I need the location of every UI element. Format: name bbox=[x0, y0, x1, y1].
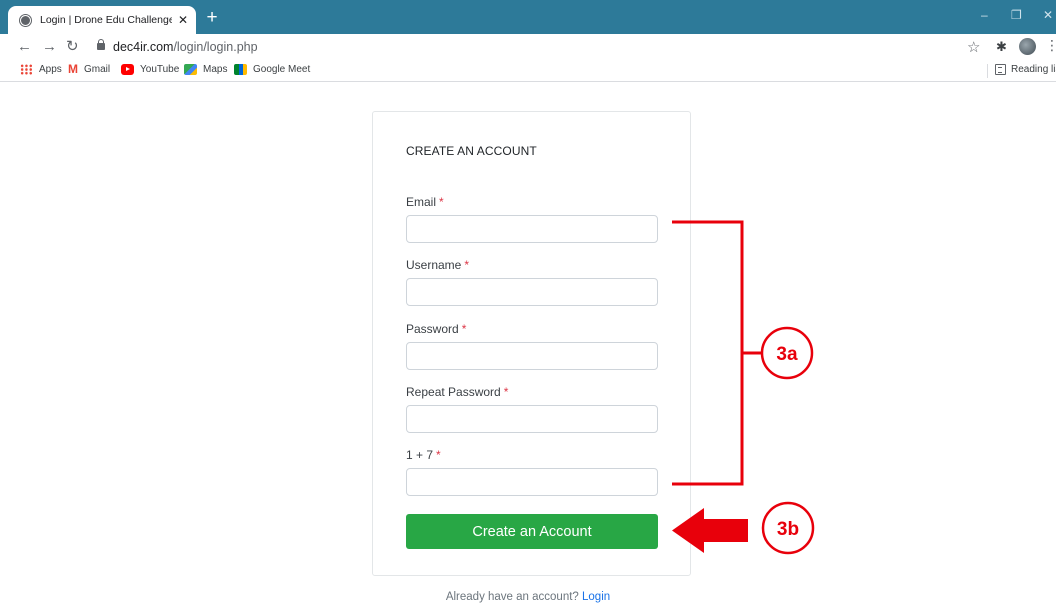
bracket-3a bbox=[672, 220, 744, 486]
arrow-shaft-3b bbox=[702, 519, 748, 542]
badge-3b-label: 3b bbox=[777, 519, 799, 540]
badge-3a-label: 3a bbox=[776, 344, 798, 365]
arrow-head-3b bbox=[672, 508, 704, 553]
annotation-overlay: 3a 3b bbox=[672, 220, 815, 555]
